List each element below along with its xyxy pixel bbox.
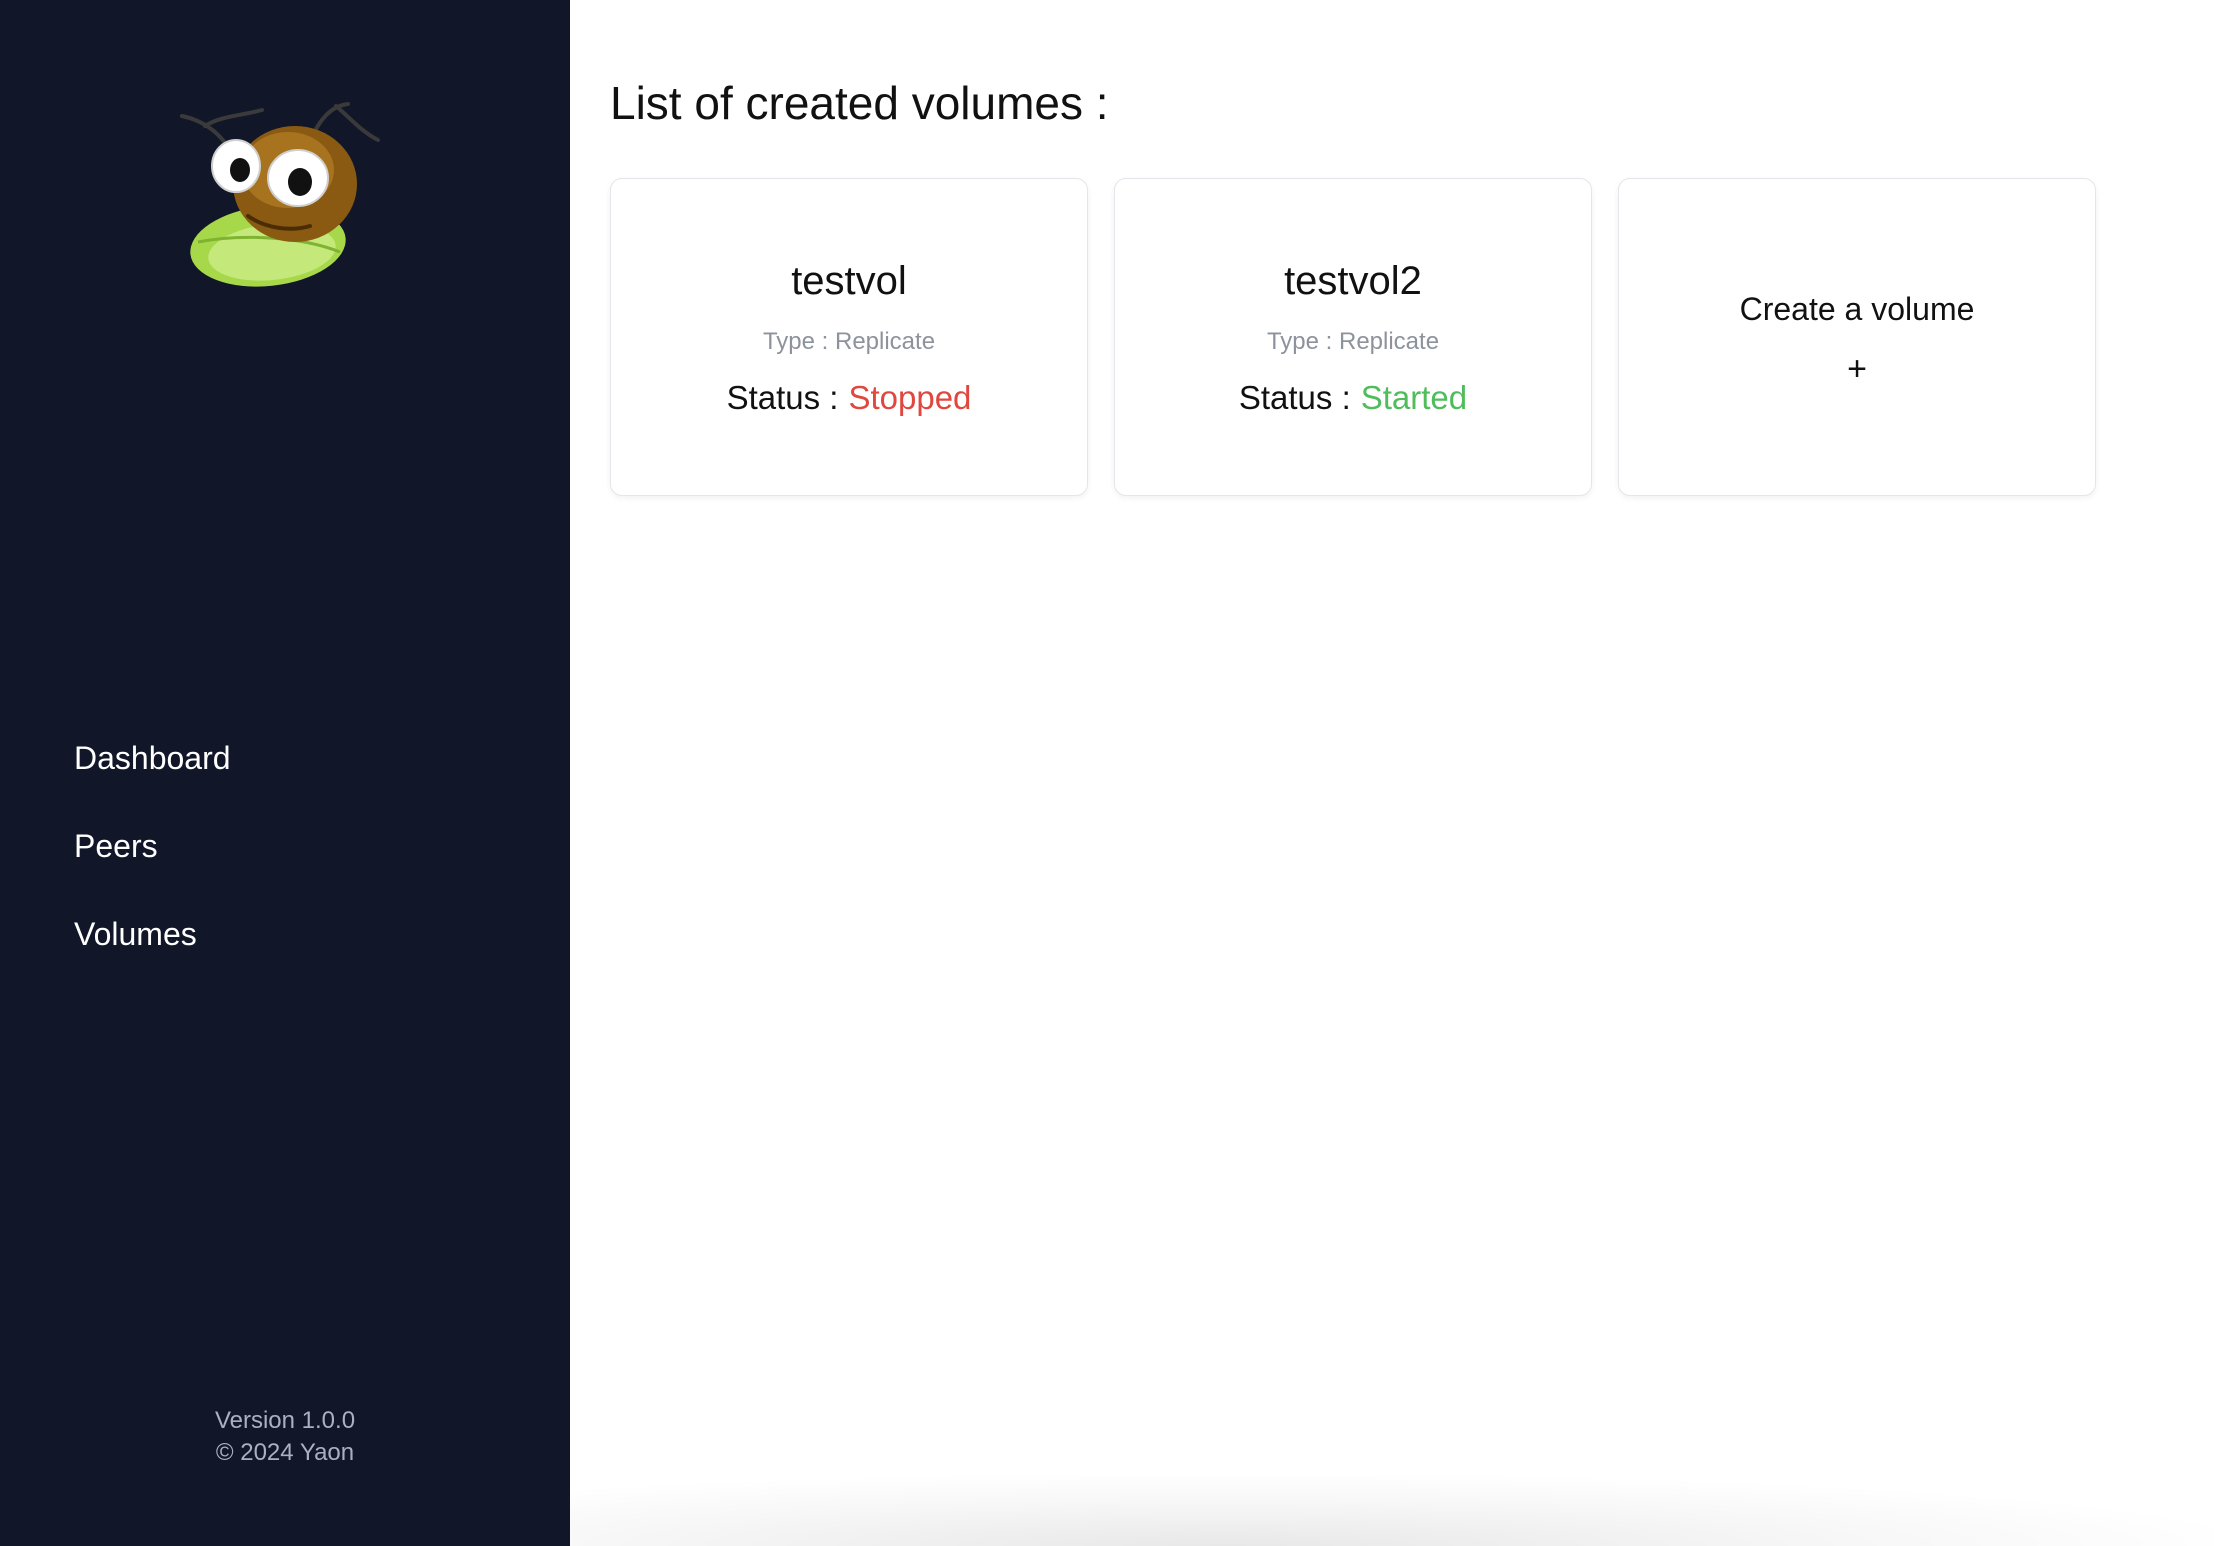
sidebar-item-volumes[interactable]: Volumes [74,906,231,994]
bottom-shadow [570,1476,2214,1546]
sidebar-item-dashboard[interactable]: Dashboard [74,730,231,818]
sidebar-footer: Version 1.0.0 © 2024 Yaon [0,1405,570,1469]
ant-logo-icon [180,102,380,287]
volume-name: testvol2 [1284,259,1422,303]
volume-type: Type : Replicate [762,328,936,355]
main-content: List of created volumes : testvol Type :… [570,0,2214,1546]
volume-type: Type : Replicate [1266,328,1440,355]
plus-icon: + [1847,350,1867,388]
volume-card-testvol2[interactable]: testvol2 Type : Replicate Status : Starte… [1114,178,1592,496]
app-window: Dashboard Peers Volumes Version 1.0.0 © … [0,0,2214,1546]
sidebar: Dashboard Peers Volumes Version 1.0.0 © … [0,0,570,1546]
create-volume-card[interactable]: Create a volume + [1618,178,2096,496]
status-value-stopped: Stopped [848,379,972,416]
status-label: Status : [726,379,839,416]
volume-name: testvol [791,259,907,303]
version-text: Version 1.0.0 [214,1407,356,1434]
status-label: Status : [1238,379,1351,416]
page-title: List of created volumes : [610,77,1109,129]
sidebar-nav: Dashboard Peers Volumes [74,730,231,994]
volume-status: Status : Stopped [611,377,1087,419]
copyright-text: © 2024 Yaon [215,1439,355,1466]
create-volume-label: Create a volume [1739,291,1975,327]
volume-card-testvol[interactable]: testvol Type : Replicate Status : Stopped [610,178,1088,496]
volume-status: Status : Started [1115,377,1591,419]
status-value-started: Started [1360,379,1468,416]
sidebar-item-peers[interactable]: Peers [74,818,231,906]
